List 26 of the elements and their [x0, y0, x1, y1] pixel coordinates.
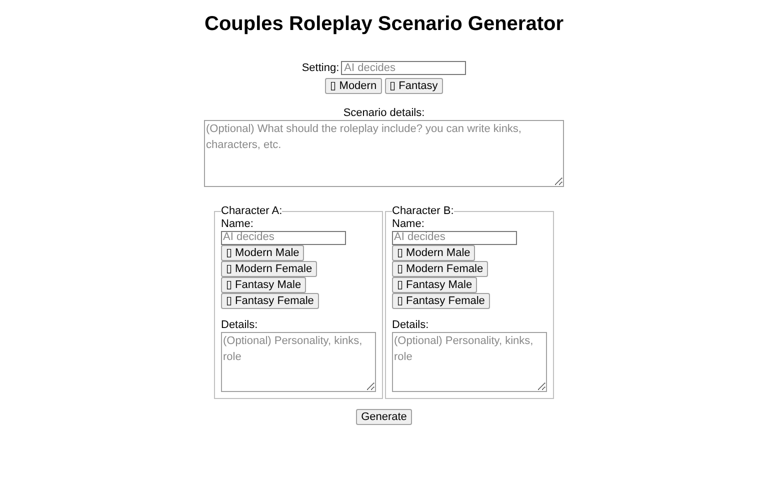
setting-label: Setting: [302, 61, 340, 76]
character-button[interactable]: ▯ Fantasy Female [392, 292, 490, 308]
details-label: Details: [392, 318, 429, 332]
name-field[interactable]: AI decides [392, 230, 517, 244]
name-label: Name: [392, 218, 424, 230]
setting-button[interactable]: ▯ Modern [325, 78, 382, 94]
character-legend: Character A: [221, 204, 282, 218]
details-label: Details: [221, 318, 258, 332]
scenario-label: Scenario details: [343, 106, 425, 120]
character-button[interactable]: ▯ Modern Male [221, 244, 304, 260]
character-button[interactable]: ▯ Modern Female [221, 260, 318, 276]
character-button[interactable]: ▯ Fantasy Female [221, 292, 319, 308]
name-field[interactable]: AI decides [221, 230, 346, 244]
details-field[interactable]: (Optional) Personality, kinks, role [392, 332, 547, 392]
character-button[interactable]: ▯ Modern Female [392, 260, 488, 276]
generate-button[interactable]: Generate [356, 408, 412, 424]
character-button[interactable]: ▯ Modern Male [392, 244, 476, 260]
character-button[interactable]: ▯ Fantasy Male [221, 276, 306, 292]
character-legend: Character B: [392, 204, 454, 218]
setting-button[interactable]: ▯ Fantasy [384, 78, 443, 94]
details-field[interactable]: (Optional) Personality, kinks, role [221, 332, 376, 392]
scenario-field[interactable]: (Optional) What should the roleplay include? you can write kinks, characters, etc. [204, 120, 564, 186]
character-button[interactable]: ▯ Fantasy Male [392, 276, 478, 292]
setting-field[interactable]: AI decides [341, 61, 466, 76]
page-title: Couples Roleplay Scenario Generator [204, 12, 564, 36]
name-label: Name: [221, 218, 254, 230]
